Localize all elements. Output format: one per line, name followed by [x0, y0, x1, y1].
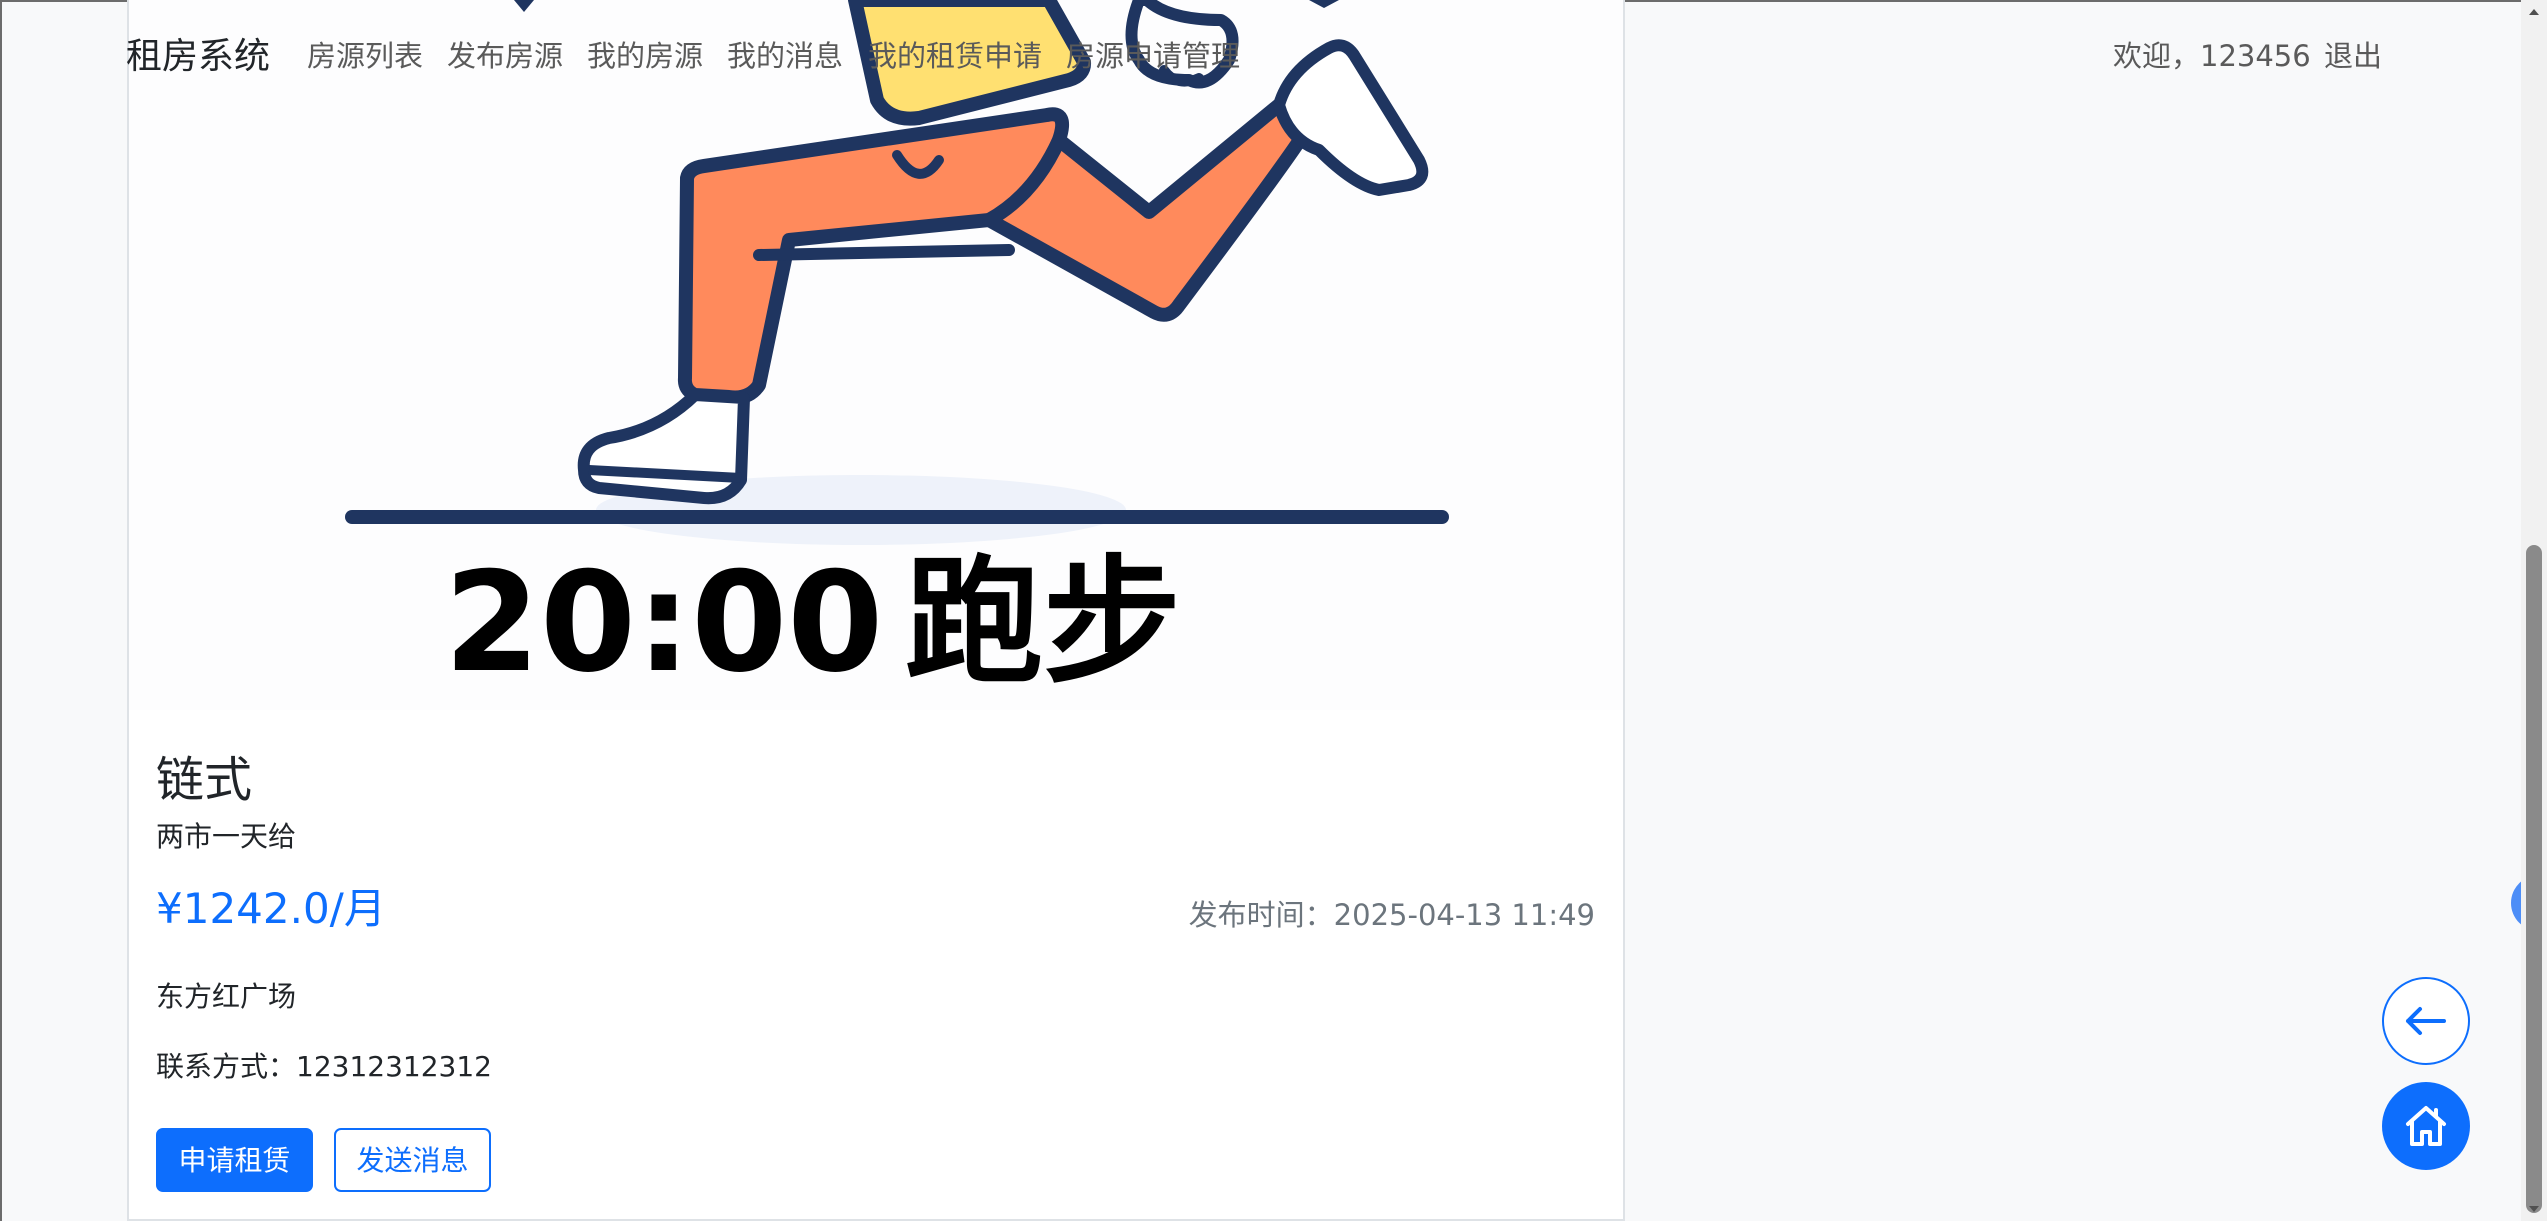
nav-my-messages[interactable]: 我的消息: [727, 33, 843, 75]
house-info: 链式 两市一天给 ¥1242.0/月 发布时间：2025-04-13 11:49…: [129, 710, 1623, 1219]
top-navbar: 租房系统 房源列表 发布房源 我的房源 我的消息 我的租赁申请 房源申请管理 欢…: [0, 0, 2521, 100]
nav-house-list[interactable]: 房源列表: [307, 33, 423, 75]
vertical-scrollbar[interactable]: [2521, 0, 2547, 1221]
window-left-border: [0, 0, 2, 1221]
running-illustration: 20:00 跑步: [345, 0, 1449, 703]
nav-my-rent-applications[interactable]: 我的租赁申请: [868, 33, 1042, 75]
home-icon: [2406, 1106, 2446, 1146]
front-shoe: [577, 389, 750, 505]
house-title: 链式: [156, 752, 253, 808]
brand-logo[interactable]: 租房系统: [126, 27, 270, 79]
back-button[interactable]: [2382, 977, 2470, 1065]
house-image: 20:00 跑步: [129, 0, 1623, 710]
house-description: 两市一天给: [156, 820, 297, 853]
poster-activity: 跑步: [905, 542, 1181, 703]
house-contact: 联系方式：12312312312: [156, 1050, 492, 1083]
arrow-left-icon: [2406, 1007, 2446, 1035]
nav-publish-house[interactable]: 发布房源: [447, 33, 563, 75]
apply-rent-button[interactable]: 申请租赁: [156, 1128, 313, 1192]
home-button[interactable]: [2382, 1082, 2470, 1170]
welcome-text: 欢迎，123456: [2113, 39, 2311, 73]
house-detail-card: 20:00 跑步 链式 两市一天给 ¥1242.0/月 发布时间：2025-04…: [127, 0, 1625, 1221]
nav-my-houses[interactable]: 我的房源: [587, 33, 703, 75]
leg-seam: [753, 244, 1015, 261]
publish-time: 发布时间：2025-04-13 11:49: [1188, 898, 1595, 932]
scroll-up-arrow-icon[interactable]: [2526, 4, 2542, 20]
poster-time: 20:00: [444, 542, 883, 703]
nav-application-management[interactable]: 房源申请管理: [1066, 33, 1240, 75]
scroll-thumb[interactable]: [2526, 545, 2542, 1213]
house-address: 东方红广场: [156, 980, 297, 1013]
send-message-button[interactable]: 发送消息: [334, 1128, 491, 1192]
house-price: ¥1242.0/月: [156, 884, 386, 933]
scroll-down-arrow-icon[interactable]: [2526, 1201, 2542, 1217]
logout-link[interactable]: 退出: [2324, 33, 2382, 75]
